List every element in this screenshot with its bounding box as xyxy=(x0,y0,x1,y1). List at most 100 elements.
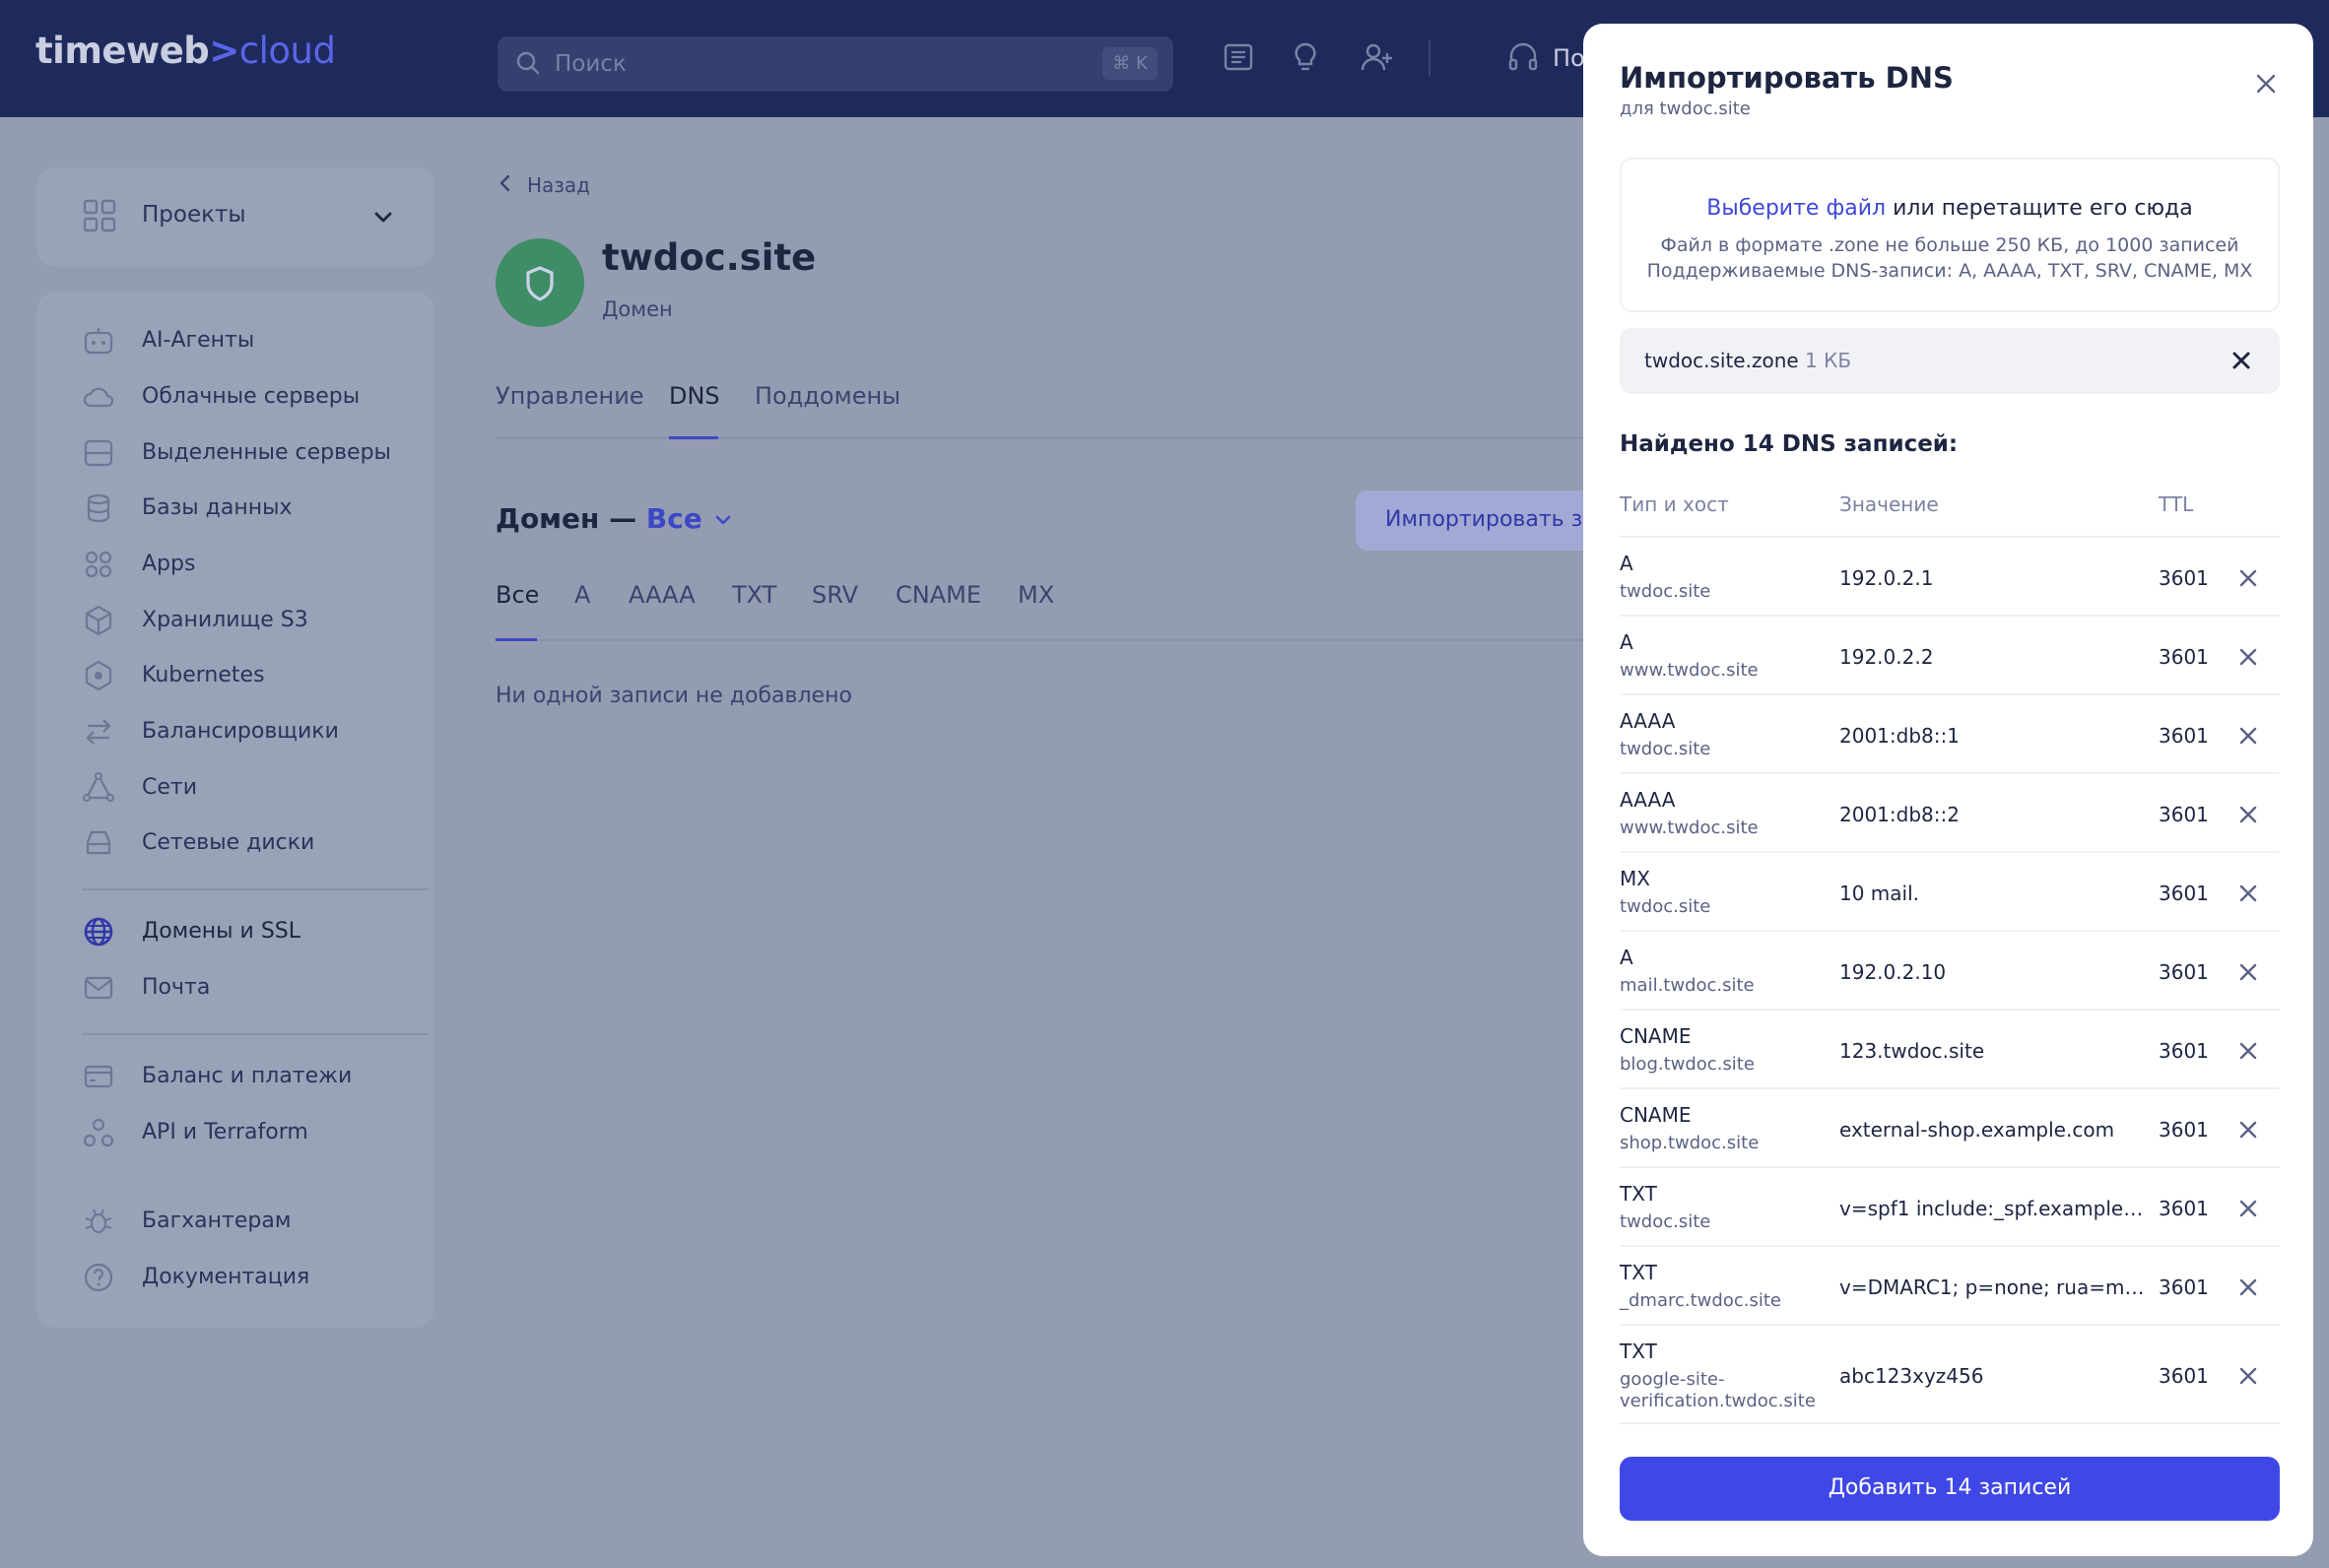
lightbulb-icon[interactable] xyxy=(1288,39,1323,75)
projects-selector[interactable]: Проекты xyxy=(36,167,434,267)
remove-record-icon[interactable] xyxy=(2237,1040,2259,1062)
record-type: AAAA xyxy=(1620,788,1676,812)
headset-icon[interactable] xyxy=(1505,39,1541,75)
domain-tabs: Управление DNS Поддомены xyxy=(496,376,1589,439)
sidebar-item-network-disks[interactable]: Сетевые диски xyxy=(36,818,434,868)
sidebar-item-apps[interactable]: Apps xyxy=(36,540,434,589)
bug-icon xyxy=(85,1209,112,1234)
record-host: twdoc.site xyxy=(1620,896,1711,917)
remove-record-icon[interactable] xyxy=(2237,725,2259,747)
sidebar-item-label: Балансировщики xyxy=(142,719,339,744)
sidebar-item-balancers[interactable]: Балансировщики xyxy=(36,707,434,756)
record-host: _dmarc.twdoc.site xyxy=(1620,1290,1781,1311)
filter-aaaa[interactable]: AAAA xyxy=(629,581,696,609)
record-ttl: 3601 xyxy=(2159,1197,2209,1220)
database-icon xyxy=(87,493,110,523)
record-value: abc123xyz456 xyxy=(1839,1364,1984,1388)
active-filter-indicator xyxy=(496,638,537,641)
sidebar-item-label: Сетевые диски xyxy=(142,830,315,855)
sidebar-item-networks[interactable]: Сети xyxy=(36,763,434,813)
record-ttl: 3601 xyxy=(2159,1118,2209,1142)
support-label[interactable]: По xyxy=(1553,44,1585,72)
sidebar-item-label: API и Terraform xyxy=(142,1120,308,1144)
sidebar-item-mail[interactable]: Почта xyxy=(36,963,434,1013)
chevron-down-icon xyxy=(715,515,730,525)
sidebar-item-domains-ssl[interactable]: Домены и SSL xyxy=(36,907,434,956)
choose-file-link[interactable]: Выберите файл xyxy=(1706,196,1886,221)
record-value: v=spf1 include:_spf.example.co... xyxy=(1839,1197,2145,1220)
record-value: 2001:db8::2 xyxy=(1839,803,1960,826)
modal-title: Импортировать DNS xyxy=(1620,61,1954,95)
remove-record-icon[interactable] xyxy=(2237,1198,2259,1219)
domain-avatar xyxy=(496,238,584,327)
record-type-filters: Все A AAAA TXT SRV CNAME MX xyxy=(496,581,1589,641)
dropzone-hint: Поддерживаемые DNS-записи: A, AAAA, TXT,… xyxy=(1646,260,2253,282)
table-row: AAAA www.twdoc.site 2001:db8::2 3601 xyxy=(1620,774,2280,853)
section-title: Домен — Все xyxy=(496,502,734,535)
add-button-label: Добавить 14 записей xyxy=(1828,1475,2072,1500)
tab-dns[interactable]: DNS xyxy=(669,382,720,410)
filter-srv[interactable]: SRV xyxy=(812,581,858,609)
table-row: CNAME shop.twdoc.site external-shop.exampl… xyxy=(1620,1089,2280,1168)
filter-txt[interactable]: TXT xyxy=(732,581,776,609)
sidebar-item-ai-agents[interactable]: AI-Агенты xyxy=(36,316,434,365)
sidebar-item-cloud-servers[interactable]: Облачные серверы xyxy=(36,372,434,422)
sidebar-divider xyxy=(82,888,429,890)
sidebar-item-databases[interactable]: Базы данных xyxy=(36,484,434,533)
remove-record-icon[interactable] xyxy=(2237,1365,2259,1387)
record-type: CNAME xyxy=(1620,1103,1692,1127)
close-icon[interactable] xyxy=(2251,69,2281,98)
sidebar-item-label: Сети xyxy=(142,775,198,800)
record-type: TXT xyxy=(1620,1261,1657,1284)
search-input[interactable]: Поиск ⌘ K xyxy=(498,36,1173,92)
sidebar-item-label: AI-Агенты xyxy=(142,328,255,353)
sidebar-item-label: Apps xyxy=(142,552,196,576)
add-user-icon[interactable] xyxy=(1359,39,1394,75)
header-divider xyxy=(1429,39,1431,77)
add-records-button[interactable]: Добавить 14 записей xyxy=(1620,1457,2280,1521)
record-host: google-site-verification.twdoc.site xyxy=(1620,1369,1816,1411)
sidebar-item-label: Хранилище S3 xyxy=(142,608,308,632)
file-dropzone[interactable]: Выберите файл или перетащите его сюда Фа… xyxy=(1620,158,2280,312)
sidebar-item-billing[interactable]: Баланс и платежи xyxy=(36,1052,434,1101)
sidebar-item-bughunters[interactable]: Багхантерам xyxy=(36,1197,434,1246)
record-filter-dropdown[interactable]: Все xyxy=(646,502,734,535)
record-host: www.twdoc.site xyxy=(1620,660,1759,681)
tab-subdomains[interactable]: Поддомены xyxy=(755,382,900,410)
sidebar-item-api-terraform[interactable]: API и Terraform xyxy=(36,1108,434,1157)
sidebar-item-s3-storage[interactable]: Хранилище S3 xyxy=(36,596,434,645)
remove-record-icon[interactable] xyxy=(2237,882,2259,904)
filter-mx[interactable]: MX xyxy=(1018,581,1054,609)
table-row: Amail.twdoc.site 192.0.2.10 3601 xyxy=(1620,932,2280,1011)
help-icon xyxy=(84,1263,113,1292)
remove-file-icon[interactable] xyxy=(2230,350,2252,371)
remove-record-icon[interactable] xyxy=(2237,804,2259,825)
filter-cname[interactable]: CNAME xyxy=(896,581,981,609)
domain-subtitle: Домен xyxy=(602,297,673,321)
record-type: MX xyxy=(1620,867,1650,890)
record-host: twdoc.site xyxy=(1620,581,1711,602)
remove-record-icon[interactable] xyxy=(2237,567,2259,589)
sidebar-item-documentation[interactable]: Документация xyxy=(36,1253,434,1302)
filter-all[interactable]: Все xyxy=(496,581,539,609)
logo[interactable]: timeweb>cloud xyxy=(35,30,336,72)
globe-icon xyxy=(84,917,113,947)
news-icon[interactable] xyxy=(1220,39,1255,75)
filter-a[interactable]: A xyxy=(574,581,590,609)
remove-record-icon[interactable] xyxy=(2237,646,2259,668)
remove-record-icon[interactable] xyxy=(2237,1276,2259,1298)
empty-state-text: Ни одной записи не добавлено xyxy=(496,684,852,708)
sidebar-item-kubernetes[interactable]: Kubernetes xyxy=(36,651,434,700)
sidebar-item-dedicated-servers[interactable]: Выделенные серверы xyxy=(36,428,434,478)
domain-title: twdoc.site xyxy=(602,236,817,279)
sidebar-item-label: Почта xyxy=(142,975,211,1000)
remove-record-icon[interactable] xyxy=(2237,1119,2259,1141)
column-header-ttl: TTL xyxy=(2159,492,2194,516)
table-row: TXT _dmarc.twdoc.site v=DMARC1; p=none; ru… xyxy=(1620,1247,2280,1326)
tab-management[interactable]: Управление xyxy=(496,382,644,410)
column-header-value: Значение xyxy=(1839,492,1939,516)
dropzone-hint: Файл в формате .zone не больше 250 КБ, д… xyxy=(1660,234,2239,256)
record-host: twdoc.site xyxy=(1620,739,1711,759)
record-value: 2001:db8::1 xyxy=(1839,724,1960,748)
remove-record-icon[interactable] xyxy=(2237,961,2259,983)
